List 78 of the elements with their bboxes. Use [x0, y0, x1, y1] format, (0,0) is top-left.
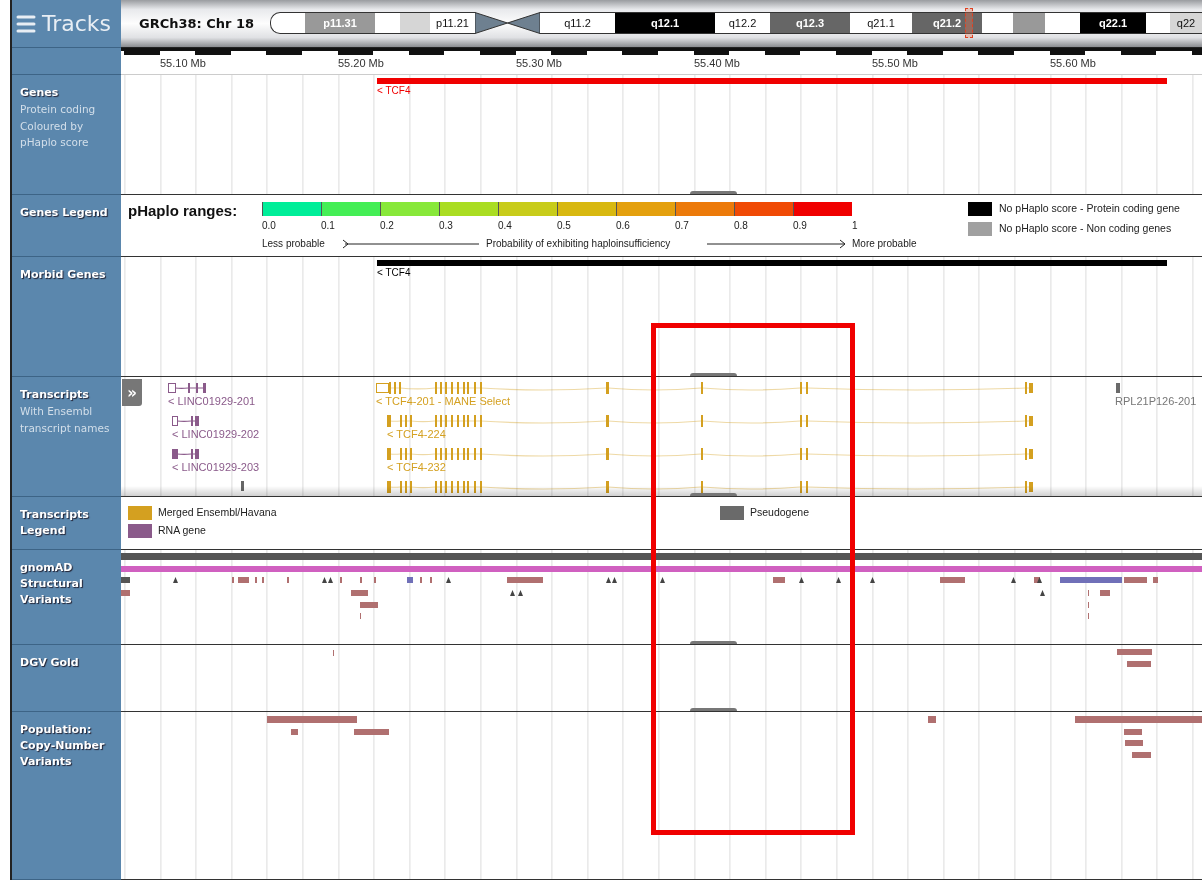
ruler-tick-label: 55.60 Mb — [1050, 57, 1096, 69]
ruler-tick-label: 55.20 Mb — [338, 57, 384, 69]
transcript-drawing[interactable] — [376, 382, 1034, 395]
track-label: Population: Copy-Number Variants — [20, 722, 106, 770]
assembly-label: GRCh38: Chr 18 — [138, 16, 256, 31]
transcript-drawing[interactable] — [172, 448, 200, 461]
scale-tick-label: 0.6 — [616, 220, 630, 231]
legend-label: Merged Ensembl/Havana — [158, 506, 277, 518]
scale-tick-label: 0.4 — [498, 220, 512, 231]
chromosome-band[interactable] — [1013, 11, 1045, 34]
track-label: DGV Gold — [20, 655, 80, 671]
scale-title: pHaplo ranges: — [128, 202, 238, 219]
chromosome-band[interactable] — [1146, 11, 1170, 34]
scale-caption: More probable — [852, 238, 917, 249]
track-description: Protein coding Coloured by pHaplo score — [20, 102, 97, 150]
transcript-drawing[interactable] — [168, 382, 207, 395]
chromosome-band[interactable]: p11.21 — [430, 11, 475, 34]
chromosome-band[interactable] — [400, 11, 430, 34]
transcript-drawing[interactable] — [1116, 382, 1121, 395]
resize-handle[interactable] — [690, 373, 737, 376]
resize-handle[interactable] — [690, 191, 737, 194]
expand-button[interactable]: » — [122, 379, 142, 406]
scale-tick-label: 0.8 — [734, 220, 748, 231]
transcript-drawing[interactable] — [387, 415, 1034, 428]
scale-caption: Probability of exhibiting haploinsufficiency — [486, 238, 671, 249]
resize-handle[interactable] — [690, 493, 737, 496]
transcript-label[interactable]: RPL21P126-201 — [1115, 395, 1197, 407]
scale-caption: Less probable — [262, 238, 325, 249]
gene-label[interactable]: < TCF4 — [377, 267, 411, 278]
track-label: Genes Legend — [20, 205, 109, 221]
chromosome-band[interactable]: q12.2 — [715, 11, 770, 34]
scale-tick-label: 0.9 — [793, 220, 807, 231]
chromosome-band[interactable] — [1045, 11, 1080, 34]
transcript-label[interactable]: < LINC01929-201 — [168, 395, 256, 407]
transcript-drawing[interactable] — [387, 481, 1034, 494]
scale-tick-label: 1 — [852, 220, 858, 231]
track-label: Transcripts Legend — [20, 507, 90, 539]
track-label: Transcripts — [20, 387, 90, 403]
scale-tick-label: 0.1 — [321, 220, 335, 231]
ruler-tick-label: 55.50 Mb — [872, 57, 918, 69]
scale-tick-label: 0.3 — [439, 220, 453, 231]
legend-label: RNA gene — [158, 524, 206, 536]
chromosome-band[interactable]: q22.1 — [1080, 11, 1146, 34]
scale-tick-label: 0.2 — [380, 220, 394, 231]
chromosome-band[interactable] — [270, 11, 305, 34]
legend-swatch — [128, 506, 152, 520]
track-label: Genes — [20, 85, 60, 101]
chromosome-band[interactable]: q12.1 — [615, 11, 715, 34]
track-description: With Ensembl transcript names — [20, 404, 111, 436]
track-label: gnomAD Structural Variants — [20, 560, 84, 608]
legend-swatch — [720, 506, 744, 520]
position-marker — [965, 7, 973, 38]
transcript-drawing[interactable] — [172, 415, 200, 428]
ruler-tick-label: 55.10 Mb — [160, 57, 206, 69]
transcript-label[interactable]: < LINC01929-203 — [172, 461, 260, 473]
chromosome-band[interactable] — [982, 11, 1013, 34]
legend-swatch — [128, 524, 152, 538]
scale-tick-label: 0.7 — [675, 220, 689, 231]
resize-handle[interactable] — [690, 641, 737, 644]
chromosome-band[interactable]: q11.2 — [540, 11, 615, 34]
transcript-label[interactable]: < LINC01929-202 — [172, 428, 260, 440]
chromosome-band[interactable]: q22 — [1170, 11, 1202, 34]
chromosome-band[interactable]: q21.2 — [912, 11, 982, 34]
ruler-tick-label: 55.40 Mb — [694, 57, 740, 69]
resize-handle[interactable] — [690, 708, 737, 711]
chromosome-band[interactable] — [375, 11, 400, 34]
scale-tick-label: 0.0 — [262, 220, 276, 231]
legend-label: Pseudogene — [750, 506, 809, 518]
chromosome-band[interactable]: q21.1 — [850, 11, 912, 34]
scale-tick-label: 0.5 — [557, 220, 571, 231]
gene-label[interactable]: < TCF4 — [377, 85, 411, 96]
tracks-title: Tracks — [42, 11, 112, 36]
track-label: Morbid Genes — [20, 267, 107, 283]
chromosome-band[interactable]: q12.3 — [770, 11, 850, 34]
ruler-tick-label: 55.30 Mb — [516, 57, 562, 69]
legend-label: No pHaplo score - Protein coding gene — [999, 202, 1180, 214]
transcript-drawing[interactable] — [387, 448, 1034, 461]
legend-label: No pHaplo score - Non coding genes — [999, 222, 1172, 234]
